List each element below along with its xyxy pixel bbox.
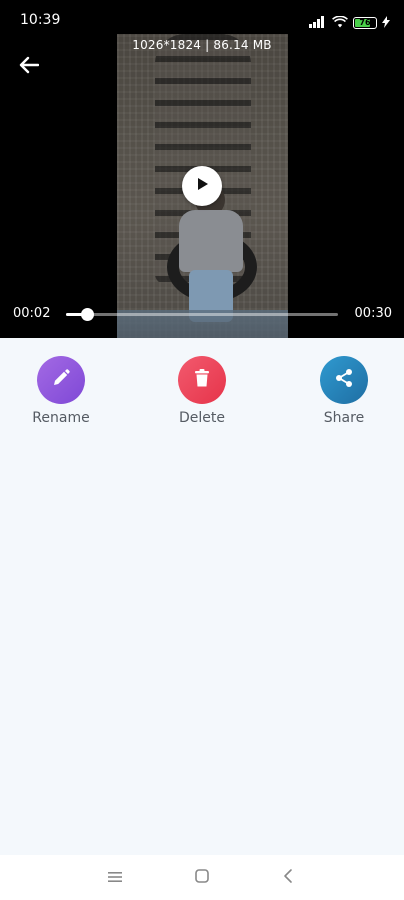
wifi-icon xyxy=(332,13,348,32)
delete-circle[interactable] xyxy=(178,356,226,404)
system-nav-bar xyxy=(0,855,404,900)
status-bar: 10:39 76 xyxy=(0,0,404,34)
play-icon xyxy=(194,176,210,196)
share-icon xyxy=(334,368,354,392)
menu-icon xyxy=(107,869,123,888)
home-icon xyxy=(194,868,210,888)
video-player[interactable]: 1026*1824 | 86.14 MB 00:02 00:30 xyxy=(0,0,404,338)
trash-icon xyxy=(193,368,211,392)
delete-button[interactable]: Delete xyxy=(152,356,252,426)
seek-bar[interactable] xyxy=(66,308,338,321)
share-button[interactable]: Share xyxy=(294,356,394,426)
status-time: 10:39 xyxy=(20,12,61,28)
status-icons: 76 xyxy=(309,13,390,32)
battery-icon: 76 xyxy=(353,16,377,29)
signal-icon xyxy=(309,13,327,32)
battery-level: 76 xyxy=(359,18,371,27)
rename-button[interactable]: Rename xyxy=(11,356,111,426)
video-info: 1026*1824 | 86.14 MB xyxy=(132,38,272,52)
video-content-child-body xyxy=(179,210,243,272)
delete-label: Delete xyxy=(179,410,225,426)
recent-apps-button[interactable] xyxy=(103,868,127,888)
action-row: Rename Delete Share xyxy=(0,356,404,436)
back-button[interactable] xyxy=(14,54,44,80)
share-circle[interactable] xyxy=(320,356,368,404)
rename-circle[interactable] xyxy=(37,356,85,404)
pencil-icon xyxy=(51,368,71,392)
seek-thumb[interactable] xyxy=(80,308,94,321)
total-time: 00:30 xyxy=(354,306,392,321)
rename-label: Rename xyxy=(32,410,90,426)
arrow-left-icon xyxy=(19,56,40,78)
charging-icon xyxy=(382,13,390,32)
system-back-button[interactable] xyxy=(276,868,300,888)
play-button[interactable] xyxy=(182,166,222,206)
current-time: 00:02 xyxy=(13,306,51,321)
share-label: Share xyxy=(323,410,365,426)
home-button[interactable] xyxy=(190,868,214,888)
back-icon xyxy=(282,868,294,888)
